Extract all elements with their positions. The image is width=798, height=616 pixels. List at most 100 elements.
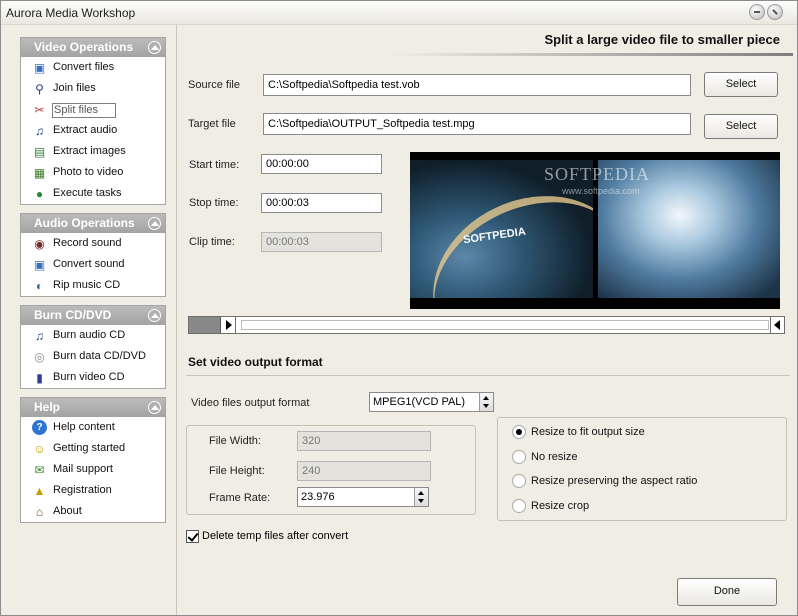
sidebar-item-about[interactable]: ⌂ About — [21, 501, 165, 522]
sidebar-item-extract-audio[interactable]: ♫ Extract audio — [21, 120, 165, 141]
sidebar-item-convert-files[interactable]: ▣ Convert files — [21, 57, 165, 78]
scissors-icon: ✂ — [34, 102, 45, 117]
page-title: Split a large video file to smaller piec… — [544, 32, 780, 47]
group-title: Video Operations — [34, 40, 134, 54]
app-window: Aurora Media Workshop Video Operations ▣… — [0, 0, 798, 616]
stop-time-input[interactable]: 00:00:03 — [261, 193, 382, 213]
sidebar-item-split-files[interactable]: ✂ Split files — [21, 99, 165, 120]
group-help: Help ? Help content ☺ Getting started ✉ Mai… — [20, 397, 166, 523]
stop-time-label: Stop time: — [189, 197, 239, 209]
music-note-icon: ♫ — [35, 123, 44, 138]
output-format-title: Set video output format — [188, 355, 323, 369]
clip-time-label: Clip time: — [189, 236, 235, 248]
output-format-select[interactable]: MPEG1(VCD PAL) — [369, 392, 494, 412]
data-cd-icon: ◎ — [34, 349, 45, 364]
target-file-label: Target file — [188, 118, 236, 130]
sidebar-item-convert-sound[interactable]: ▣ Convert sound — [21, 254, 165, 275]
collapse-icon[interactable] — [148, 309, 161, 322]
photo-icon: ▦ — [33, 165, 46, 180]
sidebar: Video Operations ▣ Convert files ⚲ Join fi… — [1, 25, 177, 615]
radio-resize-crop[interactable]: Resize crop — [512, 499, 589, 515]
radio-resize-fit[interactable]: Resize to fit output size — [512, 425, 645, 441]
rip-cd-icon: ◐ — [35, 278, 44, 293]
help-icon: ? — [32, 420, 47, 435]
play-icon[interactable] — [222, 317, 236, 333]
checkmark-icon — [186, 530, 199, 543]
collapse-icon[interactable] — [148, 41, 161, 54]
convert-icon: ▣ — [33, 60, 46, 75]
sidebar-item-join-files[interactable]: ⚲ Join files — [21, 78, 165, 99]
source-select-button[interactable]: Select — [704, 72, 778, 97]
radio-icon — [512, 499, 526, 513]
main-panel: Split a large video file to smaller piec… — [179, 25, 797, 615]
lock-icon: ▲ — [33, 483, 46, 498]
sidebar-item-help-content[interactable]: ? Help content — [21, 417, 165, 438]
sidebar-item-execute-tasks[interactable]: ● Execute tasks — [21, 183, 165, 204]
output-format-value: MPEG1(VCD PAL) — [373, 396, 466, 408]
radio-no-resize[interactable]: No resize — [512, 450, 577, 466]
close-button[interactable] — [767, 4, 783, 20]
image-icon: ▤ — [33, 144, 46, 159]
sidebar-item-record-sound[interactable]: ◉ Record sound — [21, 233, 165, 254]
group-header[interactable]: Burn CD/DVD — [21, 306, 165, 325]
target-file-input[interactable]: C:\Softpedia\OUTPUT_Softpedia test.mpg — [263, 113, 691, 135]
group-audio-operations: Audio Operations ◉ Record sound ▣ Convert … — [20, 213, 166, 297]
group-header[interactable]: Help — [21, 398, 165, 417]
delete-temp-checkbox[interactable]: Delete temp files after convert — [186, 530, 348, 544]
output-format-label: Video files output format — [191, 397, 310, 409]
spinner-arrows-icon[interactable] — [479, 393, 493, 411]
collapse-icon[interactable] — [148, 401, 161, 414]
source-file-input[interactable]: C:\Softpedia\Softpedia test.vob — [263, 74, 691, 96]
mail-icon: ✉ — [34, 462, 45, 477]
group-header[interactable]: Audio Operations — [21, 214, 165, 233]
group-title: Burn CD/DVD — [34, 308, 112, 322]
radio-preserve-aspect[interactable]: Resize preserving the aspect ratio — [512, 474, 697, 490]
group-header[interactable]: Video Operations — [21, 38, 165, 57]
collapse-icon[interactable] — [148, 217, 161, 230]
group-burn-cd-dvd: Burn CD/DVD ♫ Burn audio CD ◎ Burn data CD… — [20, 305, 166, 389]
home-icon: ⌂ — [35, 504, 44, 519]
group-title: Audio Operations — [34, 216, 135, 230]
video-cd-icon: ▮ — [36, 370, 43, 385]
source-file-label: Source file — [188, 79, 240, 91]
sidebar-item-mail-support[interactable]: ✉ Mail support — [21, 459, 165, 480]
minimize-button[interactable] — [749, 4, 765, 20]
sidebar-item-getting-started[interactable]: ☺ Getting started — [21, 438, 165, 459]
group-title: Help — [34, 400, 61, 414]
timeline-slider[interactable] — [188, 316, 785, 334]
window-title: Aurora Media Workshop — [6, 6, 136, 20]
convert-sound-icon: ▣ — [33, 257, 46, 272]
radio-icon — [512, 474, 526, 488]
clip-time-input: 00:00:03 — [261, 232, 382, 252]
timeline-start-marker[interactable] — [189, 317, 221, 333]
file-width-input: 320 — [297, 431, 431, 451]
execute-icon: ● — [35, 186, 44, 201]
start-time-label: Start time: — [189, 159, 240, 171]
file-height-input: 240 — [297, 461, 431, 481]
timeline-track[interactable] — [241, 320, 769, 330]
frame-rate-select[interactable]: 23.976 — [297, 487, 429, 507]
sidebar-item-registration[interactable]: ▲ Registration — [21, 480, 165, 501]
sidebar-item-burn-data-cd-dvd[interactable]: ◎ Burn data CD/DVD — [21, 346, 165, 367]
sidebar-item-rip-music-cd[interactable]: ◐ Rip music CD — [21, 275, 165, 296]
file-width-label: File Width: — [209, 435, 261, 447]
done-button[interactable]: Done — [677, 578, 777, 606]
sidebar-item-burn-audio-cd[interactable]: ♫ Burn audio CD — [21, 325, 165, 346]
spinner-arrows-icon[interactable] — [414, 488, 428, 506]
sidebar-item-extract-images[interactable]: ▤ Extract images — [21, 141, 165, 162]
softpedia-watermark-url: www.softpedia.com — [562, 186, 640, 196]
file-height-label: File Height: — [209, 465, 265, 477]
video-preview: SOFTPEDIA SOFTPEDIA www.softpedia.com — [410, 152, 780, 309]
end-marker-icon[interactable] — [770, 317, 784, 333]
radio-selected-icon — [512, 425, 526, 439]
title-bar: Aurora Media Workshop — [1, 1, 797, 25]
smiley-icon: ☺ — [33, 441, 46, 456]
frame-rate-label: Frame Rate: — [209, 492, 271, 504]
sidebar-item-photo-to-video[interactable]: ▦ Photo to video — [21, 162, 165, 183]
target-select-button[interactable]: Select — [704, 114, 778, 139]
heading-divider — [389, 53, 793, 56]
sidebar-item-burn-video-cd[interactable]: ▮ Burn video CD — [21, 367, 165, 388]
start-time-input[interactable]: 00:00:00 — [261, 154, 382, 174]
audio-cd-icon: ♫ — [35, 328, 44, 343]
section-divider — [186, 375, 790, 376]
